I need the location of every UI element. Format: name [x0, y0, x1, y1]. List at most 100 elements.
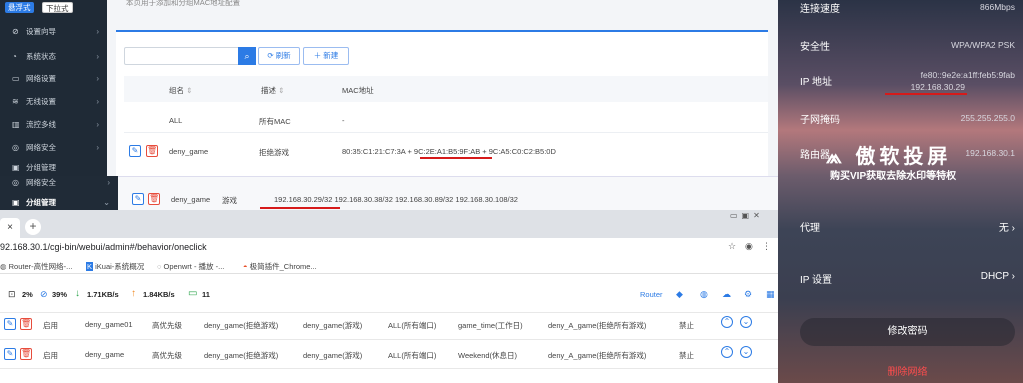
edit-icon[interactable]: ✎ — [129, 145, 141, 157]
page-note: 本页用于添加和分组MAC地址配置 — [126, 0, 241, 7]
sidebar-item-wireless[interactable]: ≋ 无线设置 › — [0, 92, 107, 112]
globe-icon: ◍ — [0, 262, 9, 271]
chevron-right-icon: › — [96, 143, 99, 152]
grid-icon[interactable]: ▦ — [766, 289, 775, 300]
compass-icon: ⊘ — [12, 27, 19, 36]
cell-dest: deny_A_game(拒绝所有游戏) — [548, 321, 647, 330]
bookmark-openwrt[interactable]: ◌ Openwrt - 播放 -... — [157, 261, 224, 272]
refresh-button[interactable]: ⟳ 刷新 — [258, 47, 300, 65]
delete-icon[interactable]: 🗑 — [20, 318, 32, 330]
delete-network-button[interactable]: 删除网络 — [800, 363, 1015, 383]
tab-floating[interactable]: 悬浮式 — [5, 2, 34, 13]
highlight-underline — [420, 157, 492, 159]
divider — [124, 132, 768, 133]
bookmark-router[interactable]: ◍ Router-高性网络-... — [0, 261, 72, 272]
ikuai-logo-icon: K — [86, 262, 94, 271]
memory-value: 39% — [52, 290, 68, 299]
cell-action: 禁止 — [679, 321, 694, 330]
devices-icon: ▭ — [188, 288, 198, 299]
tab-dropdown[interactable]: 下拉式 — [42, 2, 73, 13]
move-down-icon[interactable]: ⌄ — [740, 346, 752, 358]
ipv6-value: fe80::9e2e:a1ff:feb5:9fab — [920, 70, 1015, 80]
ip-settings-label: IP 设置 — [800, 275, 833, 286]
download-icon: ↓ — [75, 288, 80, 299]
sidebar-item-security[interactable]: ◎ 网络安全 › — [0, 174, 118, 192]
divider — [0, 368, 778, 369]
speed-label: 连接速度 — [800, 4, 840, 15]
sidebar-item-flow-control[interactable]: ▥ 流控多线 › — [0, 115, 107, 135]
chevron-right-icon: › — [1011, 223, 1015, 234]
watermark-subtitle: 购买VIP获取去除水印等特权 — [830, 171, 957, 182]
sidebar-item-security[interactable]: ◎ 网络安全 › — [0, 138, 107, 158]
sort-icon: ⇕ — [278, 86, 285, 95]
col-header-mac[interactable]: MAC地址 — [342, 85, 374, 96]
cell-source: deny_game(拒绝游戏) — [204, 321, 279, 330]
security-label: 安全性 — [800, 42, 830, 53]
new-tab-button[interactable]: + — [25, 219, 41, 235]
shield-icon: ◎ — [12, 143, 19, 152]
ip-settings-value[interactable]: DHCP › — [981, 271, 1015, 282]
cell-priority: 高优先级 — [152, 321, 182, 330]
bookmark-plugin[interactable]: ◓ 极简插件_Chrome... — [243, 261, 317, 272]
divider — [0, 312, 778, 313]
edit-icon[interactable]: ✎ — [132, 193, 144, 205]
sidebar-item-system-status[interactable]: ◔ 系统状态 › — [0, 47, 107, 67]
globe-icon[interactable]: ◍ — [700, 289, 708, 300]
watermark-title: ⩕ 傲软投屏 — [826, 146, 952, 168]
move-up-icon[interactable]: ⌃ — [721, 316, 733, 328]
sort-icon: ⇕ — [186, 86, 193, 95]
speed-value: 866Mbps — [980, 2, 1015, 12]
edit-icon[interactable]: ✎ — [4, 348, 16, 360]
col-header-name[interactable]: 组名 ⇕ — [169, 85, 192, 96]
address-bar[interactable]: 92.168.30.1/cgi-bin/webui/admin#/behavio… — [0, 238, 778, 258]
upload-speed: 1.84KB/s — [143, 290, 175, 299]
chrome-icon: ◓ — [243, 262, 250, 271]
sidebar-item-setup-wizard[interactable]: ⊘ 设置向导 › — [0, 22, 107, 42]
cell-app: deny_game(游戏) — [303, 351, 363, 360]
cell-name: deny_game — [171, 195, 211, 204]
cell-name: deny_game — [169, 147, 209, 156]
bars-icon: ▥ — [12, 120, 20, 129]
url-text: 92.168.30.1/cgi-bin/webui/admin#/behavio… — [0, 242, 207, 252]
delete-icon[interactable]: 🗑 — [20, 348, 32, 360]
change-password-button[interactable]: 修改密码 — [800, 318, 1015, 346]
router-link[interactable]: Router — [640, 290, 663, 299]
account-icon[interactable]: ◉ — [745, 241, 753, 252]
chevron-right-icon: › — [96, 27, 99, 36]
cloud-icon[interactable]: ☁ — [722, 289, 731, 300]
search-input[interactable] — [124, 47, 239, 65]
star-icon[interactable]: ☆ — [728, 241, 736, 252]
cell-time: Weekend(休息日) — [458, 351, 518, 360]
cell-ips: 192.168.30.29/32 192.168.30.38/32 192.16… — [274, 195, 518, 204]
sidebar: 悬浮式 下拉式 ⊘ 设置向导 › ◔ 系统状态 › ▭ 网络设置 › ≋ 无线设置 › ▥ 流控多… — [0, 0, 107, 176]
wifi-icon: ≋ — [12, 97, 19, 106]
shirt-icon[interactable]: ◆ — [676, 289, 683, 300]
edit-icon[interactable]: ✎ — [4, 318, 16, 330]
cell-time: game_time(工作日) — [458, 321, 523, 330]
gear-icon[interactable]: ⚙ — [744, 289, 752, 300]
move-up-icon[interactable]: ⌃ — [721, 346, 733, 358]
sidebar-item-network-settings[interactable]: ▭ 网络设置 › — [0, 69, 107, 89]
delete-icon[interactable]: 🗑 — [146, 145, 158, 157]
delete-icon[interactable]: 🗑 — [148, 193, 160, 205]
download-speed: 1.71KB/s — [87, 290, 119, 299]
bookmark-ikuai[interactable]: K iKuai-系统概况 — [86, 261, 144, 272]
close-tab-icon[interactable]: × — [0, 218, 20, 238]
sidebar-secondary: ◎ 网络安全 › ▣ 分组管理 ⌄ — [0, 176, 118, 212]
cpu-icon: ⊡ — [8, 289, 16, 299]
plus-icon: ＋ — [313, 51, 324, 60]
new-button[interactable]: ＋ 新建 — [303, 47, 349, 65]
divider — [0, 339, 778, 340]
cell-source: deny_game(拒绝游戏) — [204, 351, 279, 360]
router-status-bar: ⊡ 2% ⊘ 39% ↓ 1.71KB/s ↑ 1.84KB/s ▭ 11 Ro… — [0, 285, 778, 307]
search-button[interactable]: ⌕ — [238, 47, 256, 65]
proxy-value[interactable]: 无 › — [999, 219, 1015, 234]
chevron-right-icon: › — [96, 120, 99, 129]
chevron-right-icon: › — [96, 52, 99, 61]
cell-action: 禁止 — [679, 351, 694, 360]
col-header-desc[interactable]: 描述 ⇕ — [261, 85, 284, 96]
window-controls[interactable]: ▭▣✕ — [730, 211, 778, 221]
move-down-icon[interactable]: ⌄ — [740, 316, 752, 328]
cell-priority: 高优先级 — [152, 351, 182, 360]
menu-icon[interactable]: ⋮ — [762, 241, 771, 252]
